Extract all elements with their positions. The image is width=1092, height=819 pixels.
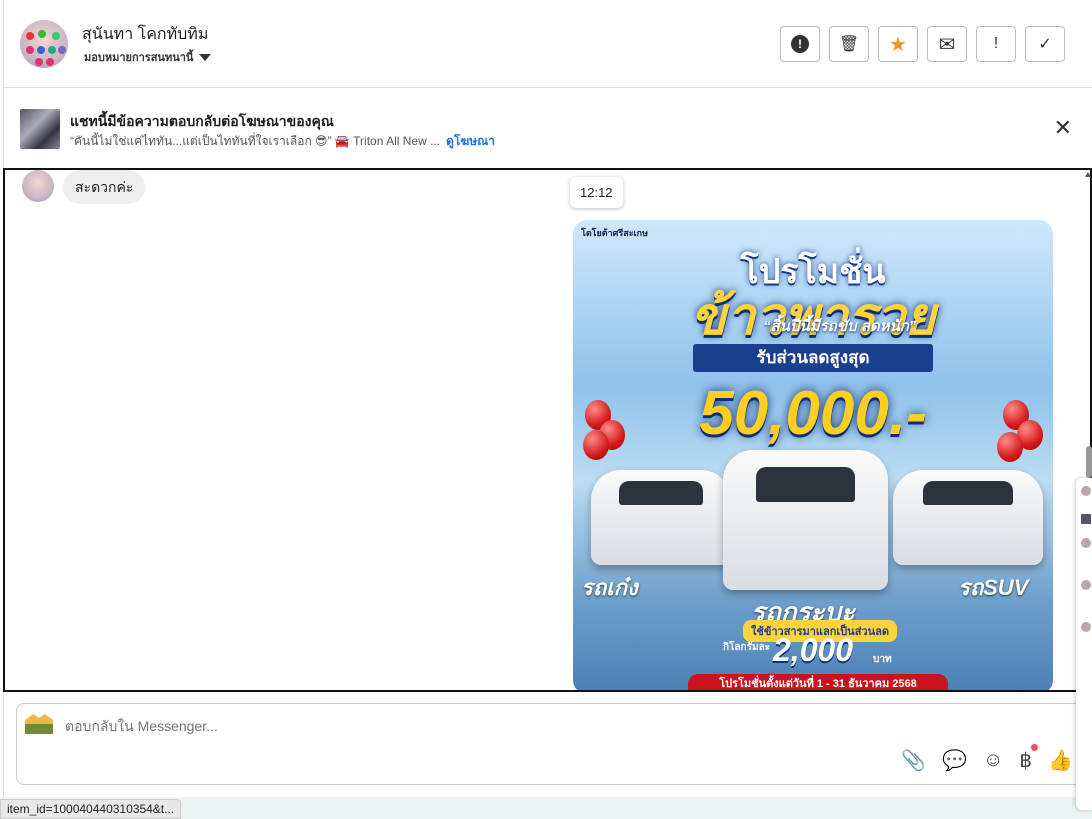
pickup-car xyxy=(723,450,888,590)
ad-reply-banner: แชทนี้มีข้อความตอบกลับต่อโฆษณาของคุณ “คั… xyxy=(4,89,1092,169)
check-icon: ✓ xyxy=(1038,36,1052,53)
conversation-actions: ! 🗑 ★ ✉ ! ✓ xyxy=(780,26,1065,62)
poster-band: รับส่วนลดสูงสุด xyxy=(693,344,933,372)
mark-unread-button[interactable]: ✉ xyxy=(927,26,967,62)
ad-banner-title: แชทนี้มีข้อความตอบกลับต่อโฆษณาของคุณ xyxy=(70,113,334,129)
label-suv: รถSUV xyxy=(958,575,1029,600)
poster-per-kg: กิโลกรัมละ xyxy=(723,642,771,653)
ad-thumbnail[interactable] xyxy=(20,109,60,149)
reply-input[interactable] xyxy=(65,718,765,734)
avatar-thumb xyxy=(1081,538,1091,548)
ad-thumb xyxy=(1081,514,1091,524)
composer-tools: 📎 💬 ☺ ฿ 👍 xyxy=(901,744,1073,773)
caret-down-icon xyxy=(199,53,212,61)
delete-button[interactable]: 🗑 xyxy=(829,26,869,62)
promo-image-message[interactable]: โตโยต้าศรีสะเกษ โปรโมชั่น ข้าวพารวย “สิ้… xyxy=(573,220,1053,690)
assign-label: มอบหมายการสนทนานี้ xyxy=(84,52,194,64)
thumbs-up-icon[interactable]: 👍 xyxy=(1048,748,1073,773)
poster-amount: 50,000.- xyxy=(699,379,927,448)
exclamation-icon: ! xyxy=(993,35,999,52)
avatar-thumb xyxy=(1081,486,1091,496)
alert-circle-icon: ! xyxy=(791,35,809,53)
contact-avatar[interactable] xyxy=(20,20,68,68)
emoji-icon[interactable]: ☺ xyxy=(983,749,1003,772)
sender-avatar xyxy=(22,170,54,202)
reply-composer: 📎 💬 ☺ ฿ 👍 xyxy=(16,703,1086,785)
poster-per-kg-value: 2,000 xyxy=(773,632,854,668)
message-timestamp-tooltip: 12:12 xyxy=(570,177,623,208)
label-sedan: รถเก๋ง xyxy=(581,575,638,600)
baht-glyph: ฿ xyxy=(1019,750,1033,772)
poster-dates: โปรโมชั่นตั้งแต่วันที่ 1 - 31 ธันวาคม 25… xyxy=(688,674,948,690)
star-icon: ★ xyxy=(889,33,907,56)
ad-snippet: “คันนี้ไม่ใช่แค่ไททัน...แต่เป็นไททันที่ใ… xyxy=(70,134,441,148)
page-logo xyxy=(25,714,53,734)
view-ad-link[interactable]: ดูโฆษณา xyxy=(446,132,495,151)
poster-baht: บาท xyxy=(873,654,892,665)
scroll-up-arrow-icon[interactable] xyxy=(1085,172,1091,177)
close-icon[interactable]: ✕ xyxy=(1054,117,1072,139)
trash-icon: 🗑 xyxy=(838,36,860,53)
avatar-thumb xyxy=(1081,580,1091,590)
scrollbar-thumb[interactable] xyxy=(1086,446,1092,478)
assign-conversation-dropdown[interactable]: มอบหมายการสนทนานี้ xyxy=(84,48,212,66)
notification-dot xyxy=(1031,744,1039,751)
side-panel-edge[interactable] xyxy=(1076,478,1092,810)
poster-brand: โตโยต้าศรีสะเกษ xyxy=(581,228,649,238)
avatar-thumb xyxy=(1081,622,1091,632)
conversation-header: สุนันทา โคกทับทิม มอบหมายการสนทนานี้ ! 🗑… xyxy=(4,0,1092,88)
payment-baht-icon[interactable]: ฿ xyxy=(1019,744,1039,773)
balloon-icon xyxy=(583,430,609,460)
star-button[interactable]: ★ xyxy=(878,26,918,62)
sedan-car xyxy=(591,470,731,565)
contact-name: สุนันทา โคกทับทิม xyxy=(82,26,209,43)
envelope-icon: ✉ xyxy=(938,33,956,56)
paperclip-icon[interactable]: 📎 xyxy=(901,748,926,773)
balloon-icon xyxy=(997,432,1023,462)
saved-reply-icon[interactable]: 💬 xyxy=(942,748,967,773)
suv-car xyxy=(893,470,1043,565)
ad-banner-snippet-row: “คันนี้ไม่ใช่แค่ไททัน...แต่เป็นไททันที่ใ… xyxy=(70,132,495,151)
follow-up-button[interactable]: ! xyxy=(976,26,1016,62)
message-thread: สะดวกค่ะ 12:12 โตโยต้าศรีสะเกษ โปรโมชั่น… xyxy=(3,168,1092,692)
spam-button[interactable]: ! xyxy=(780,26,820,62)
browser-status-url: item_id=100040440310354&t... xyxy=(0,799,182,819)
poster-slogan: “สิ้นปีนี้มีรถขับ ลดหนัก” xyxy=(763,318,917,335)
done-button[interactable]: ✓ xyxy=(1025,26,1065,62)
incoming-message: สะดวกค่ะ xyxy=(63,170,146,204)
